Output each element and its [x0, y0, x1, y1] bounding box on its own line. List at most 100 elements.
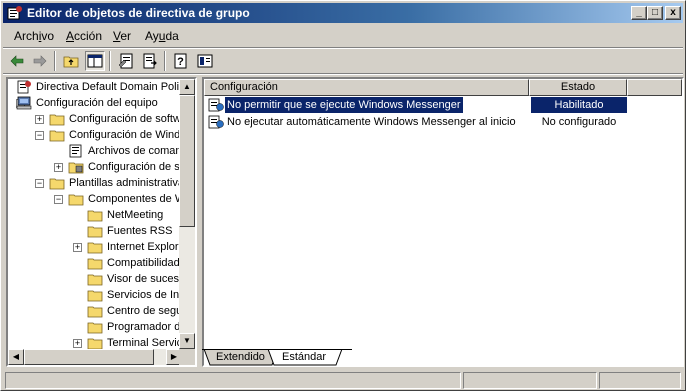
details-pane[interactable]: Configuración Estado No permitir que se …	[202, 77, 684, 367]
expand-icon[interactable]: +	[73, 243, 82, 252]
tree-item[interactable]: + Configuración de software	[8, 111, 182, 127]
tree-pane[interactable]: Directiva Default Domain Policy−Configur…	[6, 77, 197, 367]
tree-item[interactable]: Visor de sucesos	[8, 271, 182, 287]
scroll-left-button[interactable]: ◀	[8, 349, 24, 365]
setting-state: No configurado	[541, 116, 617, 128]
tree-item-label: Programador de tareas	[107, 321, 182, 333]
column-header-configuracion[interactable]: Configuración	[204, 79, 529, 96]
up-one-level-button[interactable]	[61, 51, 81, 71]
gpedit-app-icon	[7, 6, 22, 20]
folder-icon	[87, 258, 103, 270]
tree-item[interactable]: Archivos de comandos	[8, 143, 182, 159]
tree-item[interactable]: NetMeeting	[8, 207, 182, 223]
tree-item[interactable]: Servicios de Internet Information Server	[8, 287, 182, 303]
folder-icon	[49, 130, 65, 142]
menu-bar: Archivo Acción Ver Ayuda	[3, 25, 683, 47]
script-icon	[69, 144, 82, 158]
tree-item-label: NetMeeting	[107, 209, 164, 221]
scroll-down-button[interactable]: ▼	[179, 333, 195, 349]
tree-item[interactable]: + Configuración de seguridad	[8, 159, 182, 175]
tree-item-label: Servicios de Internet Information Server	[107, 289, 182, 301]
maximize-button[interactable]: □	[647, 6, 663, 20]
policy-icon	[17, 80, 31, 94]
show-hide-tree-button[interactable]	[85, 51, 105, 71]
setting-state: Habilitado	[531, 97, 627, 113]
title-bar[interactable]: Editor de objetos de directiva de grupo …	[3, 3, 683, 23]
extended-view-icon	[197, 54, 213, 68]
list-item[interactable]: No permitir que se ejecute Windows Messe…	[204, 97, 682, 113]
menu-ver[interactable]: Ver	[113, 29, 131, 43]
tree-item[interactable]: Centro de seguridad	[8, 303, 182, 319]
column-header-filler	[627, 79, 682, 96]
folder-icon	[49, 178, 65, 190]
tree-item[interactable]: − Configuración de Windows	[8, 127, 182, 143]
close-button[interactable]: x	[665, 6, 681, 20]
extended-view-button[interactable]	[195, 51, 215, 71]
console-tree: Directiva Default Domain Policy−Configur…	[8, 79, 182, 349]
properties-button[interactable]	[116, 51, 136, 71]
export-list-icon	[143, 53, 157, 69]
status-bar	[3, 370, 683, 390]
tree-item[interactable]: − Componentes de Windows	[8, 191, 182, 207]
tree-item[interactable]: + Terminal Services	[8, 335, 182, 349]
properties-icon	[118, 53, 133, 69]
tree-item-label: Fuentes RSS	[107, 225, 173, 237]
tree-item[interactable]: Compatibilidad de aplicaciones	[8, 255, 182, 271]
tree-item-label: Archivos de comandos	[88, 145, 182, 157]
setting-name: No ejecutar automáticamente Windows Mess…	[227, 116, 516, 128]
policy-setting-icon	[208, 98, 224, 112]
collapse-icon[interactable]: −	[54, 195, 63, 204]
tree-item[interactable]: Fuentes RSS	[8, 223, 182, 239]
toolbar-separator	[164, 51, 166, 71]
expand-icon[interactable]: +	[54, 163, 63, 172]
help-button[interactable]: ?	[171, 51, 191, 71]
tree-item[interactable]: Directiva Default Domain Policy	[8, 79, 182, 95]
policy-setting-icon	[208, 115, 224, 129]
collapse-icon[interactable]: −	[35, 179, 44, 188]
menu-accion[interactable]: Acción	[66, 29, 102, 43]
app-window: Editor de objetos de directiva de grupo …	[0, 0, 686, 391]
toolbar: ?	[3, 49, 683, 73]
tree-item-label: Centro de seguridad	[107, 305, 182, 317]
tree-item[interactable]: − Plantillas administrativas	[8, 175, 182, 191]
toolbar-separator	[54, 51, 56, 71]
folder-icon	[68, 194, 84, 206]
security-icon	[68, 162, 84, 174]
tree-item-label: Terminal Services	[107, 337, 182, 349]
tree-item-label: Compatibilidad de aplicaciones	[107, 257, 182, 269]
tree-item-label: Configuración de seguridad	[88, 161, 182, 173]
tree-item[interactable]: −Configuración del equipo	[8, 95, 182, 111]
expand-icon[interactable]: +	[35, 115, 44, 124]
expand-icon[interactable]: +	[73, 339, 82, 348]
tree-horizontal-scrollbar[interactable]: ◀ ▶	[8, 349, 182, 365]
tree-item-label: Plantillas administrativas	[69, 177, 182, 189]
list-header: Configuración Estado	[204, 79, 682, 96]
toolbar-bottom-separator	[3, 73, 683, 75]
tree-item[interactable]: + Internet Explorer	[8, 239, 182, 255]
back-arrow-icon	[10, 55, 24, 67]
scrollbar-corner	[179, 349, 195, 365]
scroll-thumb[interactable]	[24, 349, 154, 365]
back-button[interactable]	[7, 51, 27, 71]
toolbar-separator	[109, 51, 111, 71]
folder-icon	[87, 274, 103, 286]
status-cell-secondary	[463, 372, 597, 389]
tab-estandar[interactable]: Estándar	[272, 349, 336, 366]
tab-extendido[interactable]: Extendido	[206, 349, 275, 366]
forward-button[interactable]	[30, 51, 50, 71]
folder-icon	[87, 210, 103, 222]
tree-vertical-scrollbar[interactable]: ▲ ▼	[179, 79, 195, 349]
tree-item-label: Visor de sucesos	[107, 273, 182, 285]
menu-ayuda[interactable]: Ayuda	[145, 29, 179, 43]
tree-item[interactable]: Programador de tareas	[8, 319, 182, 335]
list-item[interactable]: No ejecutar automáticamente Windows Mess…	[204, 114, 682, 130]
minimize-button[interactable]: _	[631, 6, 647, 20]
scroll-thumb[interactable]	[179, 95, 195, 227]
tree-item-label: Internet Explorer	[107, 241, 182, 253]
export-list-button[interactable]	[140, 51, 160, 71]
computer-icon	[16, 96, 32, 110]
scroll-up-button[interactable]: ▲	[179, 79, 195, 95]
menu-archivo[interactable]: Archivo	[14, 29, 54, 43]
collapse-icon[interactable]: −	[35, 131, 44, 140]
column-header-estado[interactable]: Estado	[529, 79, 627, 96]
